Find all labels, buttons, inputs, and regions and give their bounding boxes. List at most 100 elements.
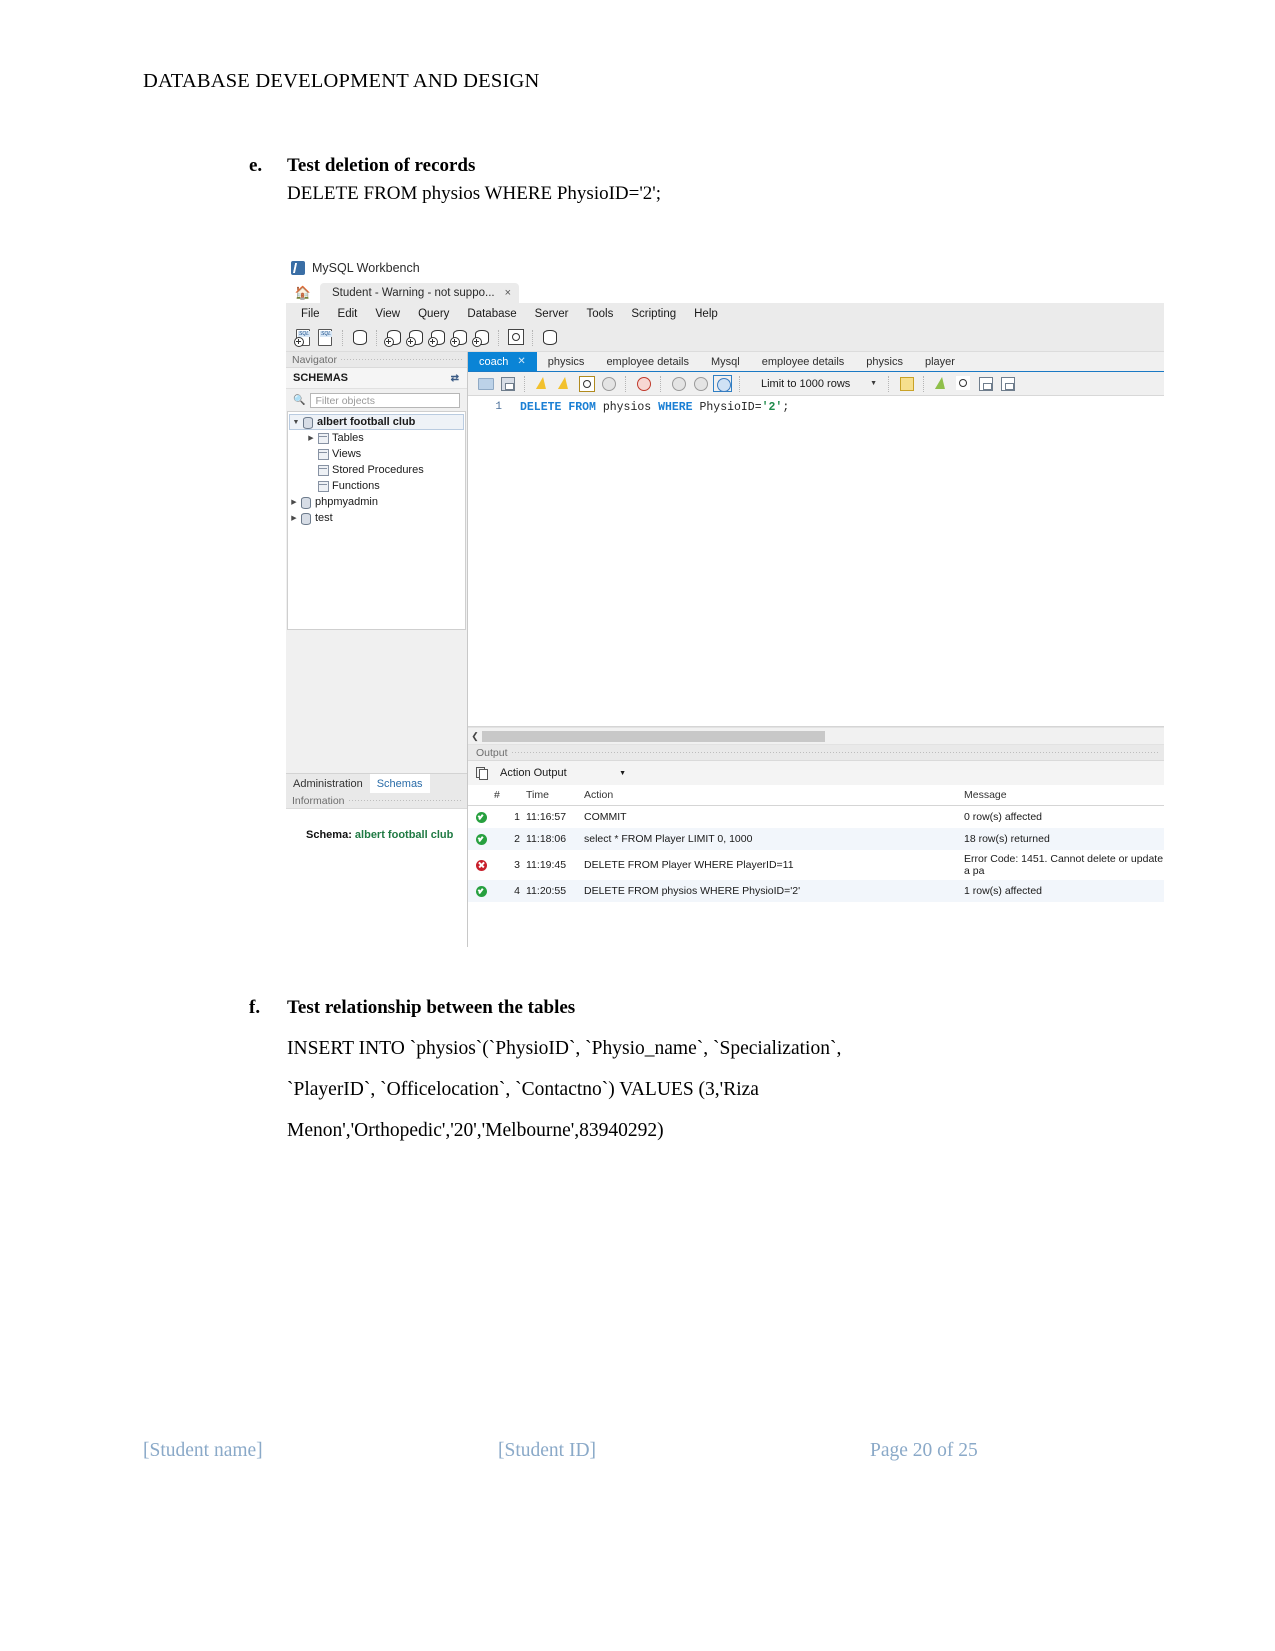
rollback-icon[interactable] bbox=[691, 375, 710, 392]
chevron-down-icon[interactable]: ▼ bbox=[290, 419, 302, 426]
home-tab-button[interactable]: 🏠 bbox=[286, 281, 320, 303]
menu-item-file[interactable]: File bbox=[292, 308, 329, 320]
error-icon bbox=[475, 859, 487, 871]
output-type-value: Action Output bbox=[500, 767, 567, 779]
tab-schemas[interactable]: Schemas bbox=[369, 774, 430, 793]
query-tab-player[interactable]: player bbox=[914, 352, 966, 371]
toggle-autocompletion-icon[interactable] bbox=[932, 375, 951, 392]
menu-item-query[interactable]: Query bbox=[409, 308, 458, 320]
scrollbar-thumb[interactable] bbox=[482, 730, 825, 742]
menu-item-view[interactable]: View bbox=[366, 308, 409, 320]
row-action: select * FROM Player LIMIT 0, 1000 bbox=[584, 828, 964, 850]
create-schema-icon[interactable] bbox=[384, 328, 404, 347]
schema-tree: ▼ albert football club ▶ Tables Views St… bbox=[287, 411, 466, 630]
menu-item-database[interactable]: Database bbox=[458, 308, 525, 320]
output-type-select[interactable]: Action Output ▼ bbox=[495, 765, 630, 781]
sql-token-where: WHERE bbox=[658, 401, 693, 414]
output-label: Output bbox=[476, 746, 508, 759]
success-icon bbox=[475, 811, 487, 823]
schemas-section-header: SCHEMAS ⇄ bbox=[286, 368, 467, 389]
table-row[interactable]: 2 11:18:06 select * FROM Player LIMIT 0,… bbox=[468, 828, 1164, 850]
tree-item-test[interactable]: ▶ test bbox=[288, 510, 465, 526]
create-view-icon[interactable] bbox=[428, 328, 448, 347]
menu-item-scripting[interactable]: Scripting bbox=[622, 308, 685, 320]
query-tab-physics-1[interactable]: physics bbox=[537, 352, 596, 371]
chevron-right-icon[interactable]: ▶ bbox=[305, 434, 317, 442]
editor-horizontal-scrollbar[interactable]: ❮ bbox=[468, 727, 1164, 745]
chevron-right-icon[interactable]: ▶ bbox=[288, 498, 300, 506]
panel-dotted-rule bbox=[511, 752, 1160, 753]
wrap-lines-icon[interactable] bbox=[998, 375, 1017, 392]
save-icon[interactable] bbox=[498, 375, 517, 392]
tree-item-label: Stored Procedures bbox=[332, 464, 424, 476]
tree-item-tables[interactable]: ▶ Tables bbox=[288, 430, 465, 446]
tree-item-stored-procedures[interactable]: Stored Procedures bbox=[288, 462, 465, 478]
refresh-icon[interactable]: ⇄ bbox=[451, 373, 459, 384]
row-number: 2 bbox=[494, 828, 526, 850]
close-icon[interactable]: × bbox=[505, 287, 511, 299]
stop-icon[interactable] bbox=[599, 375, 618, 392]
menu-item-edit[interactable]: Edit bbox=[329, 308, 367, 320]
close-icon[interactable]: ✕ bbox=[517, 356, 525, 367]
create-table-icon[interactable] bbox=[406, 328, 426, 347]
commit-icon[interactable] bbox=[669, 375, 688, 392]
query-tab-physics-2[interactable]: physics bbox=[855, 352, 914, 371]
info-schema-prefix: Schema: bbox=[306, 829, 352, 841]
filter-objects-input[interactable]: Filter objects bbox=[310, 392, 460, 408]
open-folder-icon[interactable] bbox=[476, 375, 495, 392]
home-icon: 🏠 bbox=[294, 284, 312, 300]
search-table-data-icon[interactable] bbox=[506, 328, 526, 347]
tree-item-views[interactable]: Views bbox=[288, 446, 465, 462]
information-panel-body: Schema: albert football club bbox=[286, 809, 467, 947]
row-action: DELETE FROM Player WHERE PlayerID=11 bbox=[584, 859, 794, 871]
tree-item-label: Tables bbox=[332, 432, 364, 444]
connection-info-icon[interactable] bbox=[350, 328, 370, 347]
tab-administration[interactable]: Administration bbox=[286, 774, 370, 793]
toggle-breakpoint-icon[interactable] bbox=[634, 375, 653, 392]
schemas-label: SCHEMAS bbox=[293, 372, 349, 384]
sql-editor[interactable]: 1 DELETE FROM physios WHERE PhysioID= '2'… bbox=[468, 396, 1164, 727]
query-tab-coach[interactable]: coach ✕ bbox=[468, 352, 537, 371]
new-sql-tab-icon[interactable] bbox=[294, 328, 314, 347]
table-row[interactable]: 1 11:16:57 COMMIT 0 row(s) affected bbox=[468, 806, 1164, 829]
menu-item-tools[interactable]: Tools bbox=[578, 308, 623, 320]
menu-item-server[interactable]: Server bbox=[526, 308, 578, 320]
query-tab-mysql[interactable]: Mysql bbox=[700, 352, 751, 371]
scroll-left-icon[interactable]: ❮ bbox=[468, 731, 482, 742]
explain-icon[interactable] bbox=[577, 375, 596, 392]
item-e-sql: DELETE FROM physios WHERE PhysioID='2'; bbox=[287, 183, 661, 204]
create-function-icon[interactable] bbox=[472, 328, 492, 347]
panel-dotted-rule bbox=[348, 800, 463, 801]
tree-item-albert-football-club[interactable]: ▼ albert football club bbox=[289, 414, 464, 430]
execute-icon[interactable] bbox=[533, 375, 552, 392]
autocommit-toggle-icon[interactable] bbox=[713, 375, 732, 392]
menu-item-help[interactable]: Help bbox=[685, 308, 727, 320]
line-number: 1 bbox=[495, 401, 502, 413]
reconnect-server-icon[interactable] bbox=[540, 328, 560, 347]
row-limit-select[interactable]: Limit to 1000 rows ▼ bbox=[755, 375, 881, 392]
toolbar-separator bbox=[625, 375, 627, 392]
query-tab-employee-details-2[interactable]: employee details bbox=[751, 352, 856, 371]
output-type-row: Action Output ▼ bbox=[468, 761, 1164, 785]
chevron-right-icon[interactable]: ▶ bbox=[288, 514, 300, 522]
search-icon: 🔍 bbox=[293, 394, 306, 406]
open-sql-script-icon[interactable] bbox=[316, 328, 336, 347]
table-row[interactable]: 4 11:20:55 DELETE FROM physios WHERE Phy… bbox=[468, 880, 1164, 902]
row-status bbox=[468, 806, 494, 829]
connection-tab[interactable]: Student - Warning - not suppo... × bbox=[320, 283, 520, 303]
execute-current-statement-icon[interactable] bbox=[555, 375, 574, 392]
col-action: Action bbox=[584, 785, 964, 806]
tree-item-functions[interactable]: Functions bbox=[288, 478, 465, 494]
toolbar-separator bbox=[524, 375, 526, 392]
tree-item-phpmyadmin[interactable]: ▶ phpmyadmin bbox=[288, 494, 465, 510]
copy-icon[interactable] bbox=[476, 767, 488, 780]
invisible-characters-icon[interactable] bbox=[976, 375, 995, 392]
table-row[interactable]: 3 11:19:45 DELETE FROM Player WHERE Play… bbox=[468, 850, 1164, 880]
create-procedure-icon[interactable] bbox=[450, 328, 470, 347]
navigator-bottom-section: Administration Schemas Information Schem… bbox=[286, 773, 467, 947]
beautify-sql-icon[interactable] bbox=[897, 375, 916, 392]
find-icon[interactable] bbox=[954, 375, 973, 392]
mysql-workbench-screenshot: MySQL Workbench 🏠 Student - Warning - no… bbox=[286, 255, 1164, 947]
row-time: 11:20:55 bbox=[526, 880, 584, 902]
query-tab-employee-details-1[interactable]: employee details bbox=[595, 352, 700, 371]
